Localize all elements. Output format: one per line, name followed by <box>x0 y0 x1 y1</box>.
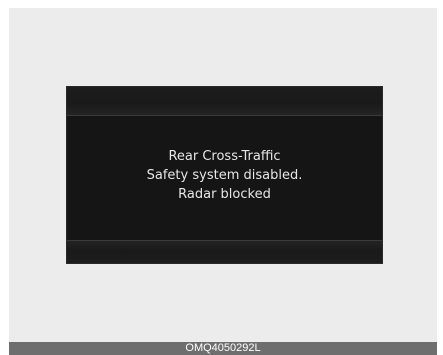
figure-code: OMQ4050292L <box>185 342 261 354</box>
warning-line-2: Safety system disabled. <box>146 168 303 183</box>
cluster-display-screen: Rear Cross-Traffic Safety system disable… <box>66 86 383 264</box>
figure-frame: Rear Cross-Traffic Safety system disable… <box>9 8 437 355</box>
warning-message: Rear Cross-Traffic Safety system disable… <box>67 147 382 204</box>
warning-line-3: Radar blocked <box>178 187 271 202</box>
warning-line-1: Rear Cross-Traffic <box>168 149 281 164</box>
figure-code-bar: OMQ4050292L <box>9 342 437 355</box>
display-bottom-band <box>67 240 382 263</box>
display-top-band <box>67 87 382 116</box>
